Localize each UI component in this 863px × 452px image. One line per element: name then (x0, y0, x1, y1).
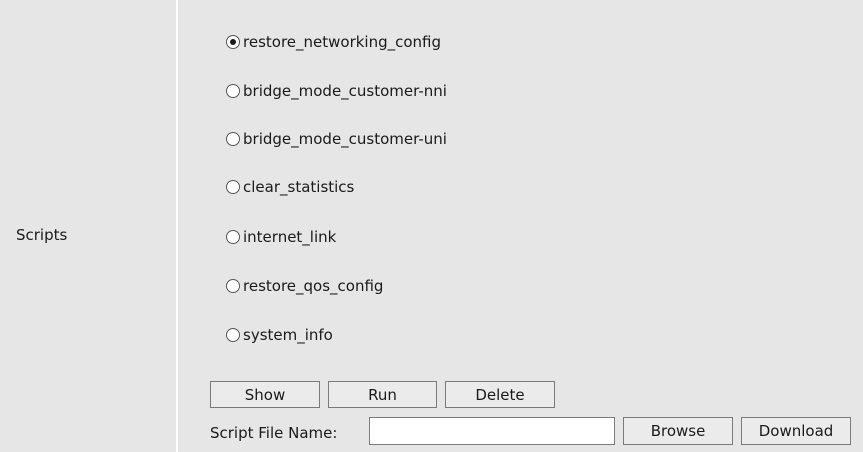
radio-selected-icon[interactable] (226, 35, 240, 49)
script-option-internet-link[interactable]: internet_link (226, 226, 336, 248)
script-option-label: restore_networking_config (243, 33, 442, 51)
script-file-name-label: Script File Name: (210, 424, 338, 442)
script-option-label: bridge_mode_customer-nni (243, 82, 447, 100)
script-option-label: internet_link (243, 228, 337, 246)
browse-button[interactable]: Browse (623, 417, 733, 445)
script-option-label: system_info (243, 326, 333, 344)
script-option-restore-qos-config[interactable]: restore_qos_config (226, 275, 383, 297)
scripts-panel: Scripts restore_networking_config bridge… (0, 0, 863, 452)
radio-icon[interactable] (226, 84, 240, 98)
script-option-bridge-mode-customer-uni[interactable]: bridge_mode_customer-uni (226, 128, 447, 150)
script-option-bridge-mode-customer-nni[interactable]: bridge_mode_customer-nni (226, 80, 447, 102)
radio-icon[interactable] (226, 230, 240, 244)
delete-button[interactable]: Delete (445, 381, 555, 408)
script-option-restore-networking-config[interactable]: restore_networking_config (226, 31, 441, 53)
label-cell: Scripts (0, 0, 176, 452)
radio-icon[interactable] (226, 180, 240, 194)
script-option-label: bridge_mode_customer-uni (243, 130, 447, 148)
show-button[interactable]: Show (210, 381, 320, 408)
script-option-label: clear_statistics (243, 178, 355, 196)
script-option-label: restore_qos_config (243, 277, 384, 295)
radio-icon[interactable] (226, 279, 240, 293)
scripts-section-label: Scripts (16, 226, 68, 244)
script-file-name-input[interactable] (369, 417, 615, 445)
script-option-system-info[interactable]: system_info (226, 324, 333, 346)
script-option-clear-statistics[interactable]: clear_statistics (226, 176, 354, 198)
run-button[interactable]: Run (328, 381, 437, 408)
radio-icon[interactable] (226, 328, 240, 342)
download-button[interactable]: Download (741, 417, 851, 445)
radio-icon[interactable] (226, 132, 240, 146)
